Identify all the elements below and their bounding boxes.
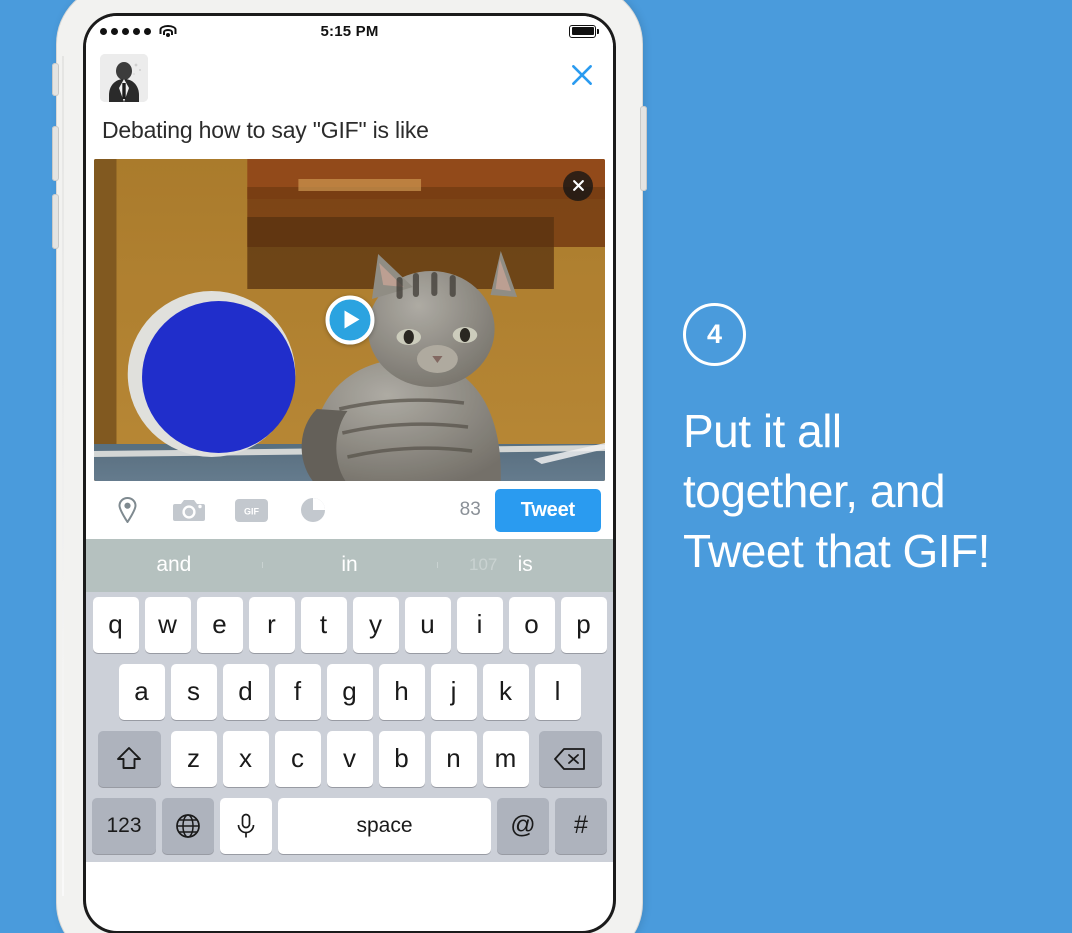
- globe-key[interactable]: [162, 797, 214, 854]
- silent-switch-button[interactable]: [52, 63, 59, 96]
- shift-icon: [117, 746, 141, 769]
- location-icon: [117, 497, 137, 524]
- poll-button[interactable]: [282, 497, 344, 523]
- key-b[interactable]: b: [378, 730, 425, 787]
- backspace-icon: [554, 747, 585, 770]
- key-p[interactable]: p: [560, 596, 607, 653]
- instruction-text: Put it all together, and Tweet that GIF!: [683, 402, 1053, 581]
- status-bar: 5:15 PM: [86, 16, 613, 46]
- key-h[interactable]: h: [378, 663, 425, 720]
- hash-key[interactable]: #: [555, 797, 607, 854]
- instruction-line-3: Tweet that GIF!: [683, 524, 990, 577]
- key-k[interactable]: k: [482, 663, 529, 720]
- instruction-line-2: together, and: [683, 464, 946, 517]
- key-f[interactable]: f: [274, 663, 321, 720]
- keyboard-row-1: q w e r t y u i o p: [89, 596, 610, 653]
- at-key[interactable]: @: [497, 797, 549, 854]
- volume-down-button[interactable]: [52, 194, 59, 249]
- tweet-compose-text[interactable]: Debating how to say "GIF" is like: [86, 102, 613, 153]
- svg-text:GIF: GIF: [244, 506, 260, 516]
- play-icon: [344, 310, 359, 329]
- poll-icon: [301, 498, 325, 523]
- shift-key[interactable]: [97, 730, 161, 787]
- onscreen-keyboard: q w e r t y u i o p a s d f g h j k l z …: [86, 591, 613, 862]
- step-number-badge: 4: [683, 303, 746, 366]
- keyboard-row-2: a s d f g h j k l: [89, 663, 610, 720]
- gif-icon: GIF: [234, 498, 268, 522]
- close-icon: [572, 65, 592, 85]
- avatar-photo: [100, 54, 148, 102]
- key-y[interactable]: y: [352, 596, 399, 653]
- key-s[interactable]: s: [170, 663, 217, 720]
- instruction-panel: 4 Put it all together, and Tweet that GI…: [683, 303, 1053, 581]
- prediction-1[interactable]: in: [261, 553, 438, 577]
- phone-device: 5:15 PM Debating how to say "GIF" is lik…: [52, 0, 647, 933]
- key-a[interactable]: a: [118, 663, 165, 720]
- camera-button[interactable]: [158, 498, 220, 523]
- volume-up-button[interactable]: [52, 126, 59, 181]
- key-g[interactable]: g: [326, 663, 373, 720]
- avatar[interactable]: [100, 54, 148, 102]
- key-w[interactable]: w: [144, 596, 191, 653]
- character-count: 83: [459, 499, 481, 521]
- key-r[interactable]: r: [248, 596, 295, 653]
- dictation-key[interactable]: [220, 797, 272, 854]
- status-bar-clock: 5:15 PM: [320, 22, 379, 40]
- camera-icon: [173, 499, 205, 521]
- phone-bezel: 5:15 PM Debating how to say "GIF" is lik…: [83, 13, 616, 933]
- key-q[interactable]: q: [92, 596, 139, 653]
- phone-screen: 5:15 PM Debating how to say "GIF" is lik…: [86, 16, 613, 931]
- close-icon: [572, 180, 584, 192]
- key-i[interactable]: i: [456, 596, 503, 653]
- key-z[interactable]: z: [170, 730, 217, 787]
- prediction-ghost: 107: [469, 554, 498, 574]
- tweet-button[interactable]: Tweet: [494, 488, 601, 532]
- keyboard-row-3: z x c v b n m: [89, 730, 610, 787]
- microphone-icon: [237, 813, 255, 838]
- key-u[interactable]: u: [404, 596, 451, 653]
- key-x[interactable]: x: [222, 730, 269, 787]
- key-n[interactable]: n: [430, 730, 477, 787]
- key-e[interactable]: e: [196, 596, 243, 653]
- play-button[interactable]: [325, 295, 374, 345]
- key-j[interactable]: j: [430, 663, 477, 720]
- key-o[interactable]: o: [508, 596, 555, 653]
- media-preview[interactable]: [94, 158, 605, 481]
- power-button[interactable]: [640, 106, 647, 191]
- instruction-line-1: Put it all: [683, 405, 842, 457]
- predictive-text-bar: and in is 107: [86, 538, 613, 592]
- space-key[interactable]: space: [278, 797, 491, 854]
- numbers-key[interactable]: 123: [92, 797, 156, 854]
- location-button[interactable]: [96, 497, 158, 524]
- compose-header: [86, 46, 613, 102]
- close-compose-button[interactable]: [565, 58, 599, 92]
- backspace-key[interactable]: [538, 730, 602, 787]
- key-d[interactable]: d: [222, 663, 269, 720]
- key-v[interactable]: v: [326, 730, 373, 787]
- keyboard-row-4: 123 space @ #: [89, 797, 610, 854]
- remove-media-button[interactable]: [563, 170, 593, 201]
- key-l[interactable]: l: [534, 663, 581, 720]
- prediction-2[interactable]: is: [437, 553, 613, 577]
- prediction-0[interactable]: and: [86, 553, 262, 577]
- key-c[interactable]: c: [274, 730, 321, 787]
- gif-button[interactable]: GIF: [220, 498, 282, 522]
- globe-icon: [176, 813, 200, 838]
- key-t[interactable]: t: [300, 596, 347, 653]
- key-m[interactable]: m: [482, 730, 529, 787]
- compose-toolbar: GIF 83 Tweet: [86, 480, 613, 539]
